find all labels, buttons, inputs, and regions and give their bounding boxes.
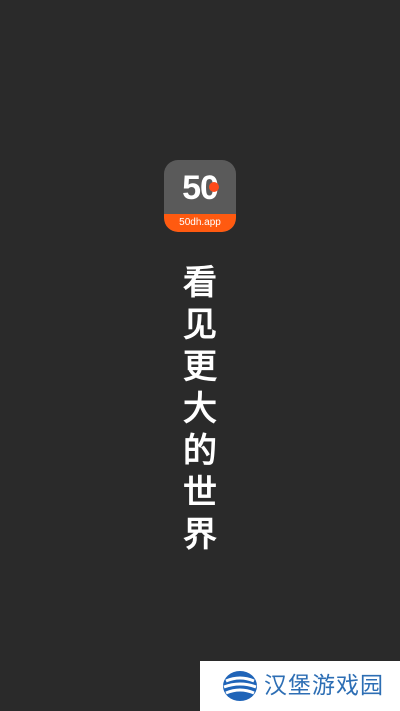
app-domain-label: 50dh.app [179,217,221,228]
watermark-text: 汉堡游戏园 [264,673,384,699]
slogan-char: 看 [183,263,217,303]
slogan-char: 世 [183,473,217,513]
logo-dot-icon [209,182,219,192]
slogan-char: 见 [183,305,217,345]
app-logo-number: 50 [182,169,219,207]
slogan-char: 界 [183,515,217,555]
site-watermark: 汉堡游戏园 [200,661,400,711]
splash-screen: 50 50dh.app 看 见 更 大 的 世 界 [0,0,400,711]
slogan: 看 见 更 大 的 世 界 [0,262,400,556]
site-logo-icon [223,671,257,701]
app-logo-icon: 50 50dh.app [164,160,236,232]
slogan-char: 的 [183,431,217,471]
slogan-char: 大 [183,389,217,429]
slogan-char: 更 [183,347,217,387]
